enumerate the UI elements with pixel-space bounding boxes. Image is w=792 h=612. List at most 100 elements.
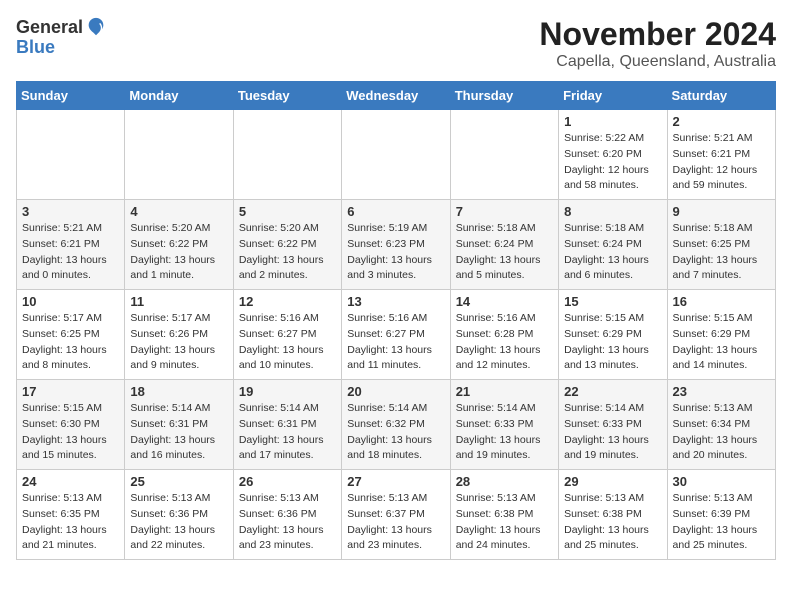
day-number: 14 bbox=[456, 294, 553, 309]
day-info: Sunrise: 5:14 AM Sunset: 6:31 PM Dayligh… bbox=[239, 401, 336, 464]
weekday-header-wednesday: Wednesday bbox=[342, 82, 450, 110]
calendar-cell bbox=[125, 110, 233, 200]
day-info: Sunrise: 5:20 AM Sunset: 6:22 PM Dayligh… bbox=[130, 221, 227, 284]
calendar-table: SundayMondayTuesdayWednesdayThursdayFrid… bbox=[16, 81, 776, 560]
day-info: Sunrise: 5:16 AM Sunset: 6:28 PM Dayligh… bbox=[456, 311, 553, 374]
day-info: Sunrise: 5:13 AM Sunset: 6:38 PM Dayligh… bbox=[564, 491, 661, 554]
day-info: Sunrise: 5:13 AM Sunset: 6:36 PM Dayligh… bbox=[130, 491, 227, 554]
day-info: Sunrise: 5:13 AM Sunset: 6:38 PM Dayligh… bbox=[456, 491, 553, 554]
day-number: 23 bbox=[673, 384, 770, 399]
day-info: Sunrise: 5:15 AM Sunset: 6:29 PM Dayligh… bbox=[564, 311, 661, 374]
calendar-cell: 13Sunrise: 5:16 AM Sunset: 6:27 PM Dayli… bbox=[342, 290, 450, 380]
weekday-header-tuesday: Tuesday bbox=[233, 82, 341, 110]
day-number: 8 bbox=[564, 204, 661, 219]
weekday-header-monday: Monday bbox=[125, 82, 233, 110]
day-number: 10 bbox=[22, 294, 119, 309]
calendar-row: 17 Sunrise: 5:15 AM Sunset: 6:30 PM Dayli… bbox=[17, 380, 776, 470]
calendar-cell: 15Sunrise: 5:15 AM Sunset: 6:29 PM Dayli… bbox=[559, 290, 667, 380]
calendar-cell: 21 Sunrise: 5:14 AM Sunset: 6:33 PM Dayli… bbox=[450, 380, 558, 470]
calendar-row: 24Sunrise: 5:13 AM Sunset: 6:35 PM Dayli… bbox=[17, 470, 776, 560]
day-number: 1 bbox=[564, 114, 661, 129]
day-number: 17 bbox=[22, 384, 119, 399]
day-info: Sunrise: 5:14 AM Sunset: 6:33 PM Dayligh… bbox=[564, 401, 661, 464]
day-number: 4 bbox=[130, 204, 227, 219]
day-number: 20 bbox=[347, 384, 444, 399]
day-number: 12 bbox=[239, 294, 336, 309]
calendar-cell: 4 Sunrise: 5:20 AM Sunset: 6:22 PM Daylig… bbox=[125, 200, 233, 290]
day-info: Sunrise: 5:17 AM Sunset: 6:26 PM Dayligh… bbox=[130, 311, 227, 374]
day-info: Sunrise: 5:13 AM Sunset: 6:37 PM Dayligh… bbox=[347, 491, 444, 554]
weekday-header-row: SundayMondayTuesdayWednesdayThursdayFrid… bbox=[17, 82, 776, 110]
weekday-header-sunday: Sunday bbox=[17, 82, 125, 110]
calendar-cell: 9 Sunrise: 5:18 AM Sunset: 6:25 PM Daylig… bbox=[667, 200, 775, 290]
calendar-cell: 12Sunrise: 5:16 AM Sunset: 6:27 PM Dayli… bbox=[233, 290, 341, 380]
day-info: Sunrise: 5:15 AM Sunset: 6:30 PM Dayligh… bbox=[22, 401, 119, 464]
day-info: Sunrise: 5:14 AM Sunset: 6:33 PM Dayligh… bbox=[456, 401, 553, 464]
day-number: 11 bbox=[130, 294, 227, 309]
calendar-cell bbox=[342, 110, 450, 200]
calendar-row: 1 Sunrise: 5:22 AM Sunset: 6:20 PM Daylig… bbox=[17, 110, 776, 200]
day-info: Sunrise: 5:16 AM Sunset: 6:27 PM Dayligh… bbox=[347, 311, 444, 374]
day-number: 9 bbox=[673, 204, 770, 219]
weekday-header-friday: Friday bbox=[559, 82, 667, 110]
day-info: Sunrise: 5:22 AM Sunset: 6:20 PM Dayligh… bbox=[564, 131, 661, 194]
calendar-cell: 17 Sunrise: 5:15 AM Sunset: 6:30 PM Dayli… bbox=[17, 380, 125, 470]
calendar-cell: 26 Sunrise: 5:13 AM Sunset: 6:36 PM Dayli… bbox=[233, 470, 341, 560]
day-info: Sunrise: 5:17 AM Sunset: 6:25 PM Dayligh… bbox=[22, 311, 119, 374]
logo-blue: Blue bbox=[16, 38, 55, 56]
calendar-cell: 8 Sunrise: 5:18 AM Sunset: 6:24 PM Daylig… bbox=[559, 200, 667, 290]
title-area: November 2024 Capella, Queensland, Austr… bbox=[539, 16, 776, 71]
calendar-cell: 20 Sunrise: 5:14 AM Sunset: 6:32 PM Dayli… bbox=[342, 380, 450, 470]
day-number: 6 bbox=[347, 204, 444, 219]
day-info: Sunrise: 5:21 AM Sunset: 6:21 PM Dayligh… bbox=[22, 221, 119, 284]
day-info: Sunrise: 5:18 AM Sunset: 6:25 PM Dayligh… bbox=[673, 221, 770, 284]
day-number: 19 bbox=[239, 384, 336, 399]
day-number: 30 bbox=[673, 474, 770, 489]
calendar-cell: 27 Sunrise: 5:13 AM Sunset: 6:37 PM Dayli… bbox=[342, 470, 450, 560]
calendar-cell: 28 Sunrise: 5:13 AM Sunset: 6:38 PM Dayli… bbox=[450, 470, 558, 560]
day-number: 27 bbox=[347, 474, 444, 489]
calendar-cell: 1 Sunrise: 5:22 AM Sunset: 6:20 PM Daylig… bbox=[559, 110, 667, 200]
day-info: Sunrise: 5:19 AM Sunset: 6:23 PM Dayligh… bbox=[347, 221, 444, 284]
weekday-header-saturday: Saturday bbox=[667, 82, 775, 110]
day-number: 16 bbox=[673, 294, 770, 309]
calendar-cell: 18Sunrise: 5:14 AM Sunset: 6:31 PM Dayli… bbox=[125, 380, 233, 470]
calendar-cell: 29 Sunrise: 5:13 AM Sunset: 6:38 PM Dayli… bbox=[559, 470, 667, 560]
logo-icon bbox=[85, 16, 107, 38]
calendar-row: 3 Sunrise: 5:21 AM Sunset: 6:21 PM Daylig… bbox=[17, 200, 776, 290]
day-info: Sunrise: 5:15 AM Sunset: 6:29 PM Dayligh… bbox=[673, 311, 770, 374]
calendar-cell: 11 Sunrise: 5:17 AM Sunset: 6:26 PM Dayli… bbox=[125, 290, 233, 380]
calendar-cell: 25 Sunrise: 5:13 AM Sunset: 6:36 PM Dayli… bbox=[125, 470, 233, 560]
calendar-cell: 22 Sunrise: 5:14 AM Sunset: 6:33 PM Dayli… bbox=[559, 380, 667, 470]
day-number: 28 bbox=[456, 474, 553, 489]
day-number: 18 bbox=[130, 384, 227, 399]
calendar-cell: 10 Sunrise: 5:17 AM Sunset: 6:25 PM Dayli… bbox=[17, 290, 125, 380]
location-title: Capella, Queensland, Australia bbox=[539, 53, 776, 71]
day-number: 29 bbox=[564, 474, 661, 489]
day-number: 26 bbox=[239, 474, 336, 489]
day-info: Sunrise: 5:13 AM Sunset: 6:36 PM Dayligh… bbox=[239, 491, 336, 554]
calendar-cell bbox=[233, 110, 341, 200]
calendar-cell: 24Sunrise: 5:13 AM Sunset: 6:35 PM Dayli… bbox=[17, 470, 125, 560]
calendar-cell bbox=[17, 110, 125, 200]
day-info: Sunrise: 5:21 AM Sunset: 6:21 PM Dayligh… bbox=[673, 131, 770, 194]
day-number: 21 bbox=[456, 384, 553, 399]
calendar-cell: 30Sunrise: 5:13 AM Sunset: 6:39 PM Dayli… bbox=[667, 470, 775, 560]
month-title: November 2024 bbox=[539, 16, 776, 53]
day-number: 25 bbox=[130, 474, 227, 489]
day-number: 2 bbox=[673, 114, 770, 129]
day-number: 3 bbox=[22, 204, 119, 219]
calendar-cell: 2 Sunrise: 5:21 AM Sunset: 6:21 PM Daylig… bbox=[667, 110, 775, 200]
day-number: 24 bbox=[22, 474, 119, 489]
calendar-cell: 23Sunrise: 5:13 AM Sunset: 6:34 PM Dayli… bbox=[667, 380, 775, 470]
day-number: 22 bbox=[564, 384, 661, 399]
day-info: Sunrise: 5:18 AM Sunset: 6:24 PM Dayligh… bbox=[564, 221, 661, 284]
calendar-row: 10 Sunrise: 5:17 AM Sunset: 6:25 PM Dayli… bbox=[17, 290, 776, 380]
logo: General Blue bbox=[16, 16, 107, 56]
day-info: Sunrise: 5:14 AM Sunset: 6:32 PM Dayligh… bbox=[347, 401, 444, 464]
day-info: Sunrise: 5:20 AM Sunset: 6:22 PM Dayligh… bbox=[239, 221, 336, 284]
day-number: 5 bbox=[239, 204, 336, 219]
calendar-cell: 6 Sunrise: 5:19 AM Sunset: 6:23 PM Daylig… bbox=[342, 200, 450, 290]
calendar-cell: 19 Sunrise: 5:14 AM Sunset: 6:31 PM Dayli… bbox=[233, 380, 341, 470]
day-info: Sunrise: 5:18 AM Sunset: 6:24 PM Dayligh… bbox=[456, 221, 553, 284]
